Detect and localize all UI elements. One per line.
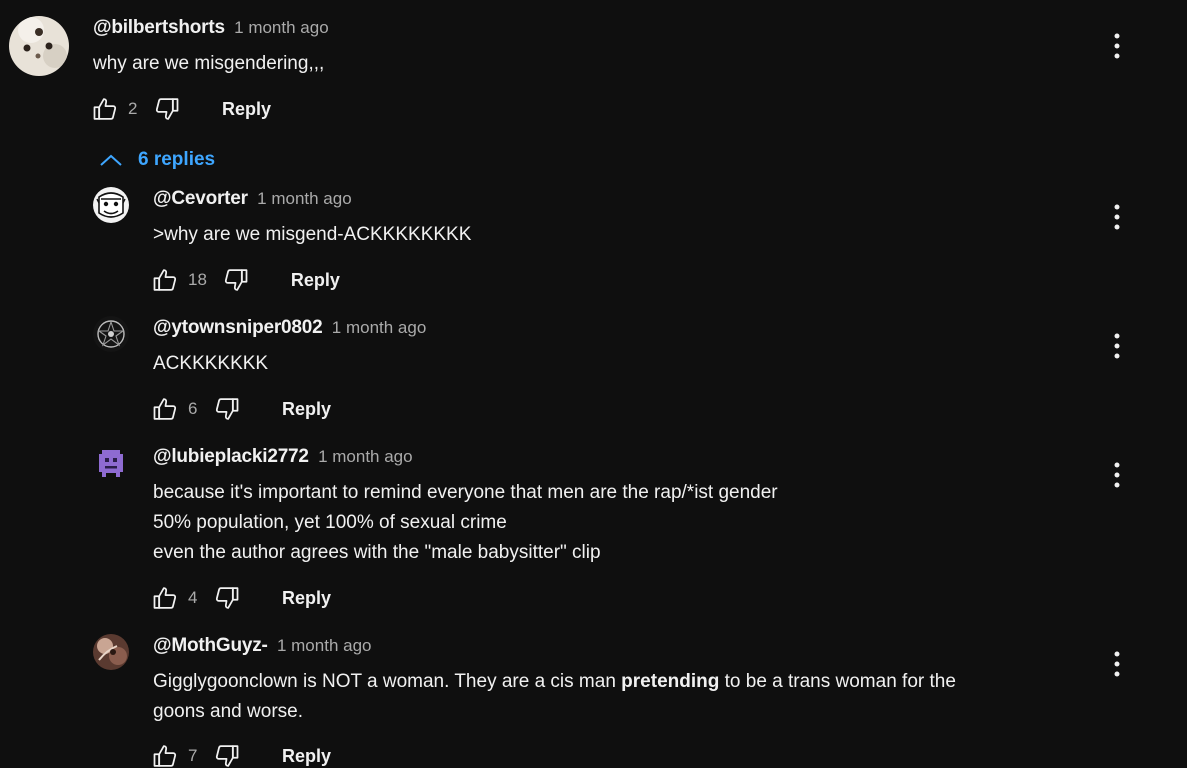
- avatar[interactable]: [93, 634, 129, 670]
- like-button[interactable]: [150, 741, 180, 768]
- comment-menu-button[interactable]: [1106, 202, 1128, 232]
- dislike-button[interactable]: [212, 583, 242, 613]
- thumb-down-icon: [155, 98, 179, 120]
- replies-toggle-button[interactable]: 6 replies: [98, 146, 215, 174]
- comment-timestamp[interactable]: 1 month ago: [277, 636, 372, 655]
- comment-menu-button[interactable]: [1106, 460, 1128, 490]
- like-count: 4: [188, 588, 198, 607]
- comment-thread: @bilbertshorts 1 month ago why are we mi…: [0, 0, 1187, 768]
- comment-header: @MothGuyz- 1 month ago: [153, 635, 371, 657]
- comment-text: why are we misgendering,,,: [93, 53, 325, 74]
- comment-actions: 4 Reply: [150, 583, 331, 613]
- like-count: 6: [188, 399, 198, 418]
- comment-menu-button[interactable]: [1106, 331, 1128, 361]
- avatar[interactable]: [9, 16, 69, 76]
- dislike-button[interactable]: [221, 265, 251, 295]
- comment-actions: 18 Reply: [150, 265, 340, 295]
- comment-text: Gigglygoonclown is NOT a woman. They are…: [153, 667, 956, 727]
- comment-timestamp[interactable]: 1 month ago: [234, 18, 329, 37]
- thumb-up-icon: [93, 98, 117, 120]
- comment-menu-button[interactable]: [1106, 649, 1128, 679]
- like-count: 7: [188, 746, 198, 765]
- author-name[interactable]: @ytownsniper0802: [153, 317, 323, 338]
- like-button[interactable]: [150, 265, 180, 295]
- avatar[interactable]: [93, 187, 129, 223]
- like-button[interactable]: [150, 394, 180, 424]
- comment-text-part: Gigglygoonclown is NOT a woman. They are…: [153, 671, 622, 692]
- like-button[interactable]: [90, 94, 120, 124]
- chevron-up-icon: [100, 154, 122, 166]
- comment-text: >why are we misgend-ACKKKKKKKK: [153, 224, 472, 245]
- reply-button[interactable]: Reply: [222, 99, 271, 120]
- author-name[interactable]: @Cevorter: [153, 188, 248, 209]
- comment-header: @ytownsniper0802 1 month ago: [153, 317, 426, 339]
- like-button[interactable]: [150, 583, 180, 613]
- thumb-up-icon: [153, 745, 177, 767]
- reply-button[interactable]: Reply: [282, 399, 331, 420]
- comment-header: @lubieplacki2772 1 month ago: [153, 446, 413, 468]
- more-vert-icon: [1114, 204, 1120, 230]
- like-count: 18: [188, 270, 207, 289]
- thumb-down-icon: [215, 398, 239, 420]
- comment-text: ACKKKKKKK: [153, 353, 269, 374]
- dislike-button[interactable]: [152, 94, 182, 124]
- comment-timestamp[interactable]: 1 month ago: [318, 447, 413, 466]
- comment-header: @Cevorter 1 month ago: [153, 188, 352, 210]
- comment-text-bold: pretending: [621, 671, 720, 692]
- replies-count-label: 6 replies: [138, 149, 216, 170]
- thumb-down-icon: [215, 587, 239, 609]
- more-vert-icon: [1114, 462, 1120, 488]
- comment-actions: 7 Reply: [150, 741, 331, 768]
- comment-actions: 6 Reply: [150, 394, 331, 424]
- comment-timestamp[interactable]: 1 month ago: [332, 318, 427, 337]
- more-vert-icon: [1114, 33, 1120, 59]
- avatar[interactable]: [93, 316, 129, 352]
- comment-text: because it's important to remind everyon…: [153, 482, 778, 563]
- thumb-up-icon: [153, 587, 177, 609]
- like-count: 2: [128, 99, 138, 118]
- author-name[interactable]: @bilbertshorts: [93, 17, 225, 38]
- reply-button[interactable]: Reply: [291, 270, 340, 291]
- comment-menu-button[interactable]: [1106, 31, 1128, 61]
- comment-header: @bilbertshorts 1 month ago: [93, 17, 329, 39]
- thumb-down-icon: [215, 745, 239, 767]
- author-name[interactable]: @MothGuyz-: [153, 635, 268, 656]
- dislike-button[interactable]: [212, 741, 242, 768]
- thumb-up-icon: [153, 398, 177, 420]
- more-vert-icon: [1114, 333, 1120, 359]
- thumb-down-icon: [224, 269, 248, 291]
- author-name[interactable]: @lubieplacki2772: [153, 446, 309, 467]
- reply-button[interactable]: Reply: [282, 746, 331, 767]
- dislike-button[interactable]: [212, 394, 242, 424]
- more-vert-icon: [1114, 651, 1120, 677]
- thumb-up-icon: [153, 269, 177, 291]
- avatar[interactable]: [93, 445, 129, 481]
- reply-button[interactable]: Reply: [282, 588, 331, 609]
- comment-timestamp[interactable]: 1 month ago: [257, 189, 352, 208]
- comment-actions: 2 Reply: [90, 94, 271, 124]
